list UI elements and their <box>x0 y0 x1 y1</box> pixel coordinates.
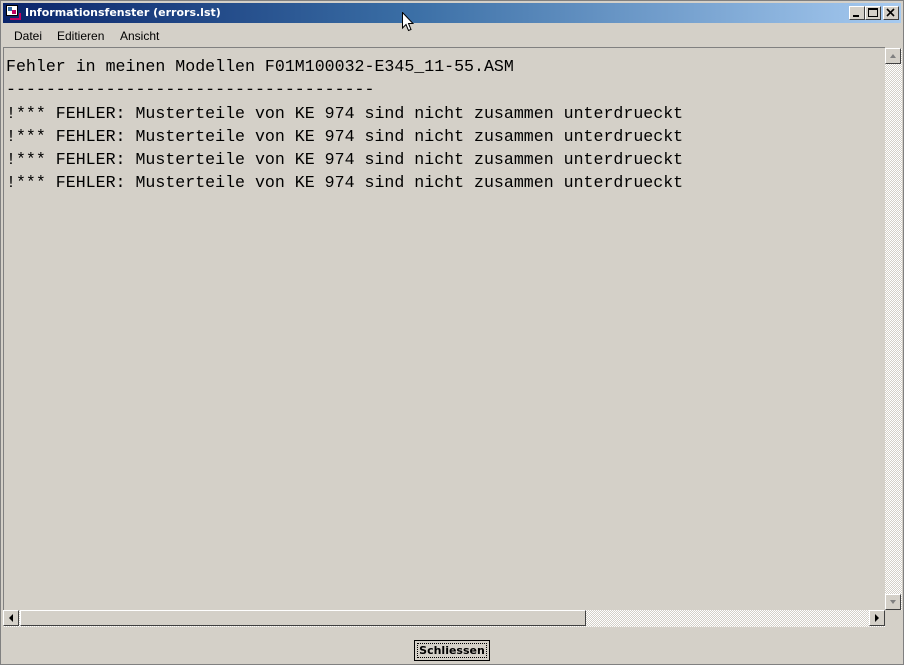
mouse-cursor-icon <box>402 12 414 32</box>
scroll-right-button[interactable] <box>869 610 885 626</box>
error-line: !*** FEHLER: Musterteile von KE 974 sind… <box>6 150 684 170</box>
maximize-icon <box>868 8 878 17</box>
app-icon <box>6 5 21 20</box>
title-bar[interactable]: Informationsfenster (errors.lst) <box>3 3 901 23</box>
menu-editieren[interactable]: Editieren <box>57 29 104 43</box>
horizontal-scroll-thumb[interactable] <box>20 610 586 626</box>
arrow-up-icon <box>890 54 896 58</box>
info-text-area[interactable]: Fehler in meinen Modellen F01M100032-E34… <box>3 47 885 610</box>
error-line: !*** FEHLER: Musterteile von KE 974 sind… <box>6 126 684 146</box>
maximize-button[interactable] <box>865 6 881 20</box>
arrow-down-icon <box>890 600 896 604</box>
scroll-up-button[interactable] <box>885 48 901 64</box>
menu-datei[interactable]: Datei <box>14 29 42 43</box>
separator-line: ------------------------------------- <box>6 80 375 100</box>
scroll-left-button[interactable] <box>3 610 19 626</box>
information-window: Informationsfenster (errors.lst) Datei E… <box>0 0 904 665</box>
close-window-button[interactable] <box>883 6 899 20</box>
scrollbar-corner <box>885 610 902 627</box>
error-line: !*** FEHLER: Musterteile von KE 974 sind… <box>6 103 684 123</box>
close-icon <box>886 8 895 17</box>
menu-bar: Datei Editieren Ansicht <box>3 25 901 46</box>
close-button[interactable]: Schliessen <box>414 640 490 661</box>
minimize-button[interactable] <box>849 6 865 20</box>
horizontal-scrollbar[interactable] <box>3 610 885 627</box>
info-lines: Fehler in meinen Modellen F01M100032-E34… <box>6 55 683 195</box>
arrow-left-icon <box>9 614 13 622</box>
menu-ansicht[interactable]: Ansicht <box>120 29 159 43</box>
close-button-label: Schliessen <box>417 643 487 658</box>
minimize-icon <box>853 15 859 17</box>
window-title: Informationsfenster (errors.lst) <box>25 6 221 19</box>
arrow-right-icon <box>875 614 879 622</box>
header-line: Fehler in meinen Modellen F01M100032-E34… <box>6 57 514 76</box>
scroll-down-button[interactable] <box>885 594 901 610</box>
vertical-scrollbar[interactable] <box>885 48 902 610</box>
error-line: !*** FEHLER: Musterteile von KE 974 sind… <box>6 173 684 193</box>
